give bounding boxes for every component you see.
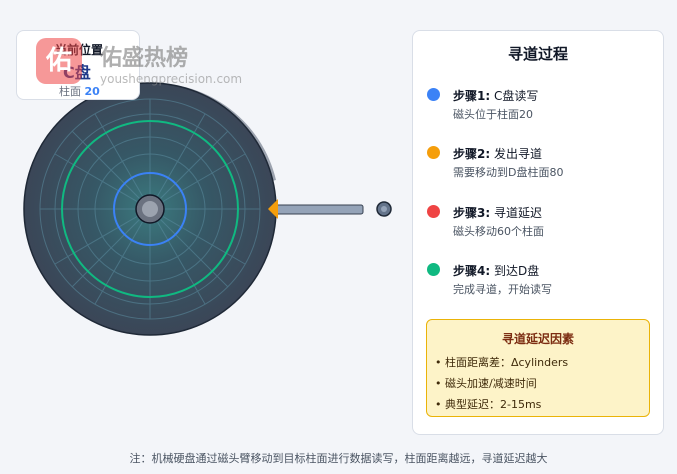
step-3-heading: 步骤3: 寻道延迟 xyxy=(453,206,542,220)
arm-pivot-center xyxy=(381,206,387,212)
watermark-url: youshengprecision.com xyxy=(100,72,243,86)
step-2-heading: 步骤2: 发出寻道 xyxy=(453,147,542,161)
actuator-arm xyxy=(275,204,364,215)
seek-delay-factors: 寻道延迟因素 • 柱面距离差：Δcylinders • 磁头加速/减速时间 • … xyxy=(426,319,650,417)
step-2: 步骤2: 发出寻道 需要移动到D盘柱面80 xyxy=(427,146,657,186)
cylinder-label: 柱面 xyxy=(59,85,81,98)
factor-item: • 磁头加速/减速时间 xyxy=(435,377,537,390)
step-1-heading: 步骤1: C盘读写 xyxy=(453,89,539,103)
spindle-center xyxy=(142,201,158,217)
factor-item: • 典型延迟：2-15ms xyxy=(435,398,542,411)
step-3-desc: 磁头移动60个柱面 xyxy=(453,225,544,238)
diagram-canvas: 当前位置 C盘 柱面 20 佑 佑盛热榜 youshengprecision.c… xyxy=(0,0,677,474)
factor-item: • 柱面距离差：Δcylinders xyxy=(435,356,569,369)
cylinder-value: 20 xyxy=(84,85,100,98)
step-4-dot xyxy=(427,263,440,276)
step-1-desc: 磁头位于柱面20 xyxy=(453,108,533,121)
footnote: 注：机械硬盘通过磁头臂移动到目标柱面进行数据读写，柱面距离越远，寻道延迟越大 xyxy=(129,452,548,465)
current-cylinder: 柱面 20 xyxy=(59,83,100,99)
step-1-dot xyxy=(427,88,440,101)
watermark-logo: 佑 xyxy=(36,38,82,84)
step-3: 步骤3: 寻道延迟 磁头移动60个柱面 xyxy=(427,205,657,245)
step-4-desc: 完成寻道，开始读写 xyxy=(453,283,552,296)
step-3-dot xyxy=(427,205,440,218)
step-2-dot xyxy=(427,146,440,159)
step-2-desc: 需要移动到D盘柱面80 xyxy=(453,166,564,179)
step-1: 步骤1: C盘读写 磁头位于柱面20 xyxy=(427,88,657,128)
step-4-heading: 步骤4: 到达D盘 xyxy=(453,264,540,278)
watermark-brand: 佑盛热榜 xyxy=(100,46,189,71)
step-4: 步骤4: 到达D盘 完成寻道，开始读写 xyxy=(427,263,657,303)
panel-title: 寻道过程 xyxy=(507,45,568,63)
factors-title: 寻道延迟因素 xyxy=(501,332,574,346)
seek-process-panel: 寻道过程 步骤1: C盘读写 磁头位于柱面20 步骤2: 发出寻道 需要移动到D… xyxy=(412,30,664,435)
